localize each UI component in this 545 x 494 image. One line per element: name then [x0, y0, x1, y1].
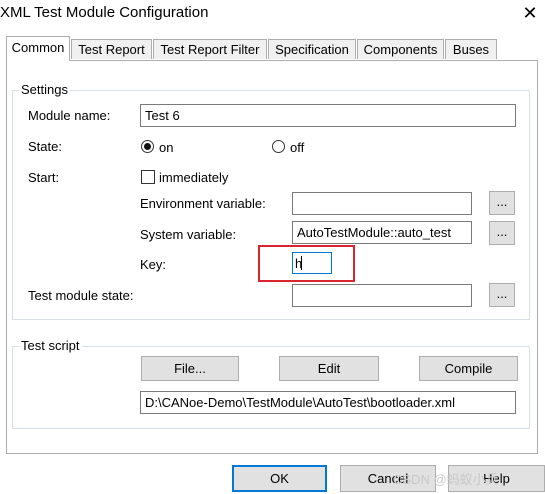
tm-state-label: Test module state:	[28, 288, 134, 303]
immediately-checkbox[interactable]	[141, 170, 155, 184]
window-title: XML Test Module Configuration	[0, 4, 209, 21]
module-name-label: Module name:	[28, 108, 111, 123]
state-off-label[interactable]: off	[290, 140, 304, 155]
state-off-radio[interactable]	[272, 140, 285, 153]
state-on-label[interactable]: on	[159, 140, 173, 155]
file-button[interactable]: File...	[141, 356, 239, 381]
compile-button[interactable]: Compile	[419, 356, 518, 381]
env-var-browse-button[interactable]: ...	[489, 191, 515, 215]
ok-button[interactable]: OK	[232, 465, 327, 492]
tab-test-report[interactable]: Test Report	[71, 39, 152, 59]
test-script-legend: Test script	[19, 338, 82, 353]
script-path-input[interactable]: D:\CANoe-Demo\TestModule\AutoTest\bootlo…	[140, 391, 516, 414]
tm-state-input[interactable]	[292, 284, 472, 307]
watermark-text: CSDN @蚂蚁小兵	[393, 472, 499, 487]
radio-selected-dot	[144, 143, 151, 150]
text-caret	[301, 256, 302, 270]
state-on-radio[interactable]	[141, 140, 154, 153]
env-var-label: Environment variable:	[140, 196, 266, 211]
tab-specification[interactable]: Specification	[268, 39, 356, 59]
edit-button[interactable]: Edit	[279, 356, 379, 381]
sys-var-input[interactable]: AutoTestModule::auto_test	[292, 221, 472, 244]
sys-var-label: System variable:	[140, 227, 237, 242]
tab-buses[interactable]: Buses	[445, 39, 497, 59]
settings-legend: Settings	[19, 82, 70, 97]
immediately-label[interactable]: immediately	[159, 170, 228, 185]
key-label: Key:	[140, 257, 167, 272]
state-label: State:	[28, 139, 62, 154]
sys-var-browse-button[interactable]: ...	[489, 221, 515, 245]
env-var-input[interactable]	[292, 192, 472, 215]
tab-test-report-filter[interactable]: Test Report Filter	[153, 39, 267, 59]
module-name-input[interactable]: Test 6	[140, 104, 516, 127]
close-icon[interactable]: ✕	[520, 2, 540, 24]
tab-common[interactable]: Common	[6, 36, 70, 61]
tab-components[interactable]: Components	[357, 39, 444, 59]
tm-state-browse-button[interactable]: ...	[489, 283, 515, 307]
key-input[interactable]: h	[292, 252, 332, 274]
start-label: Start:	[28, 170, 60, 185]
